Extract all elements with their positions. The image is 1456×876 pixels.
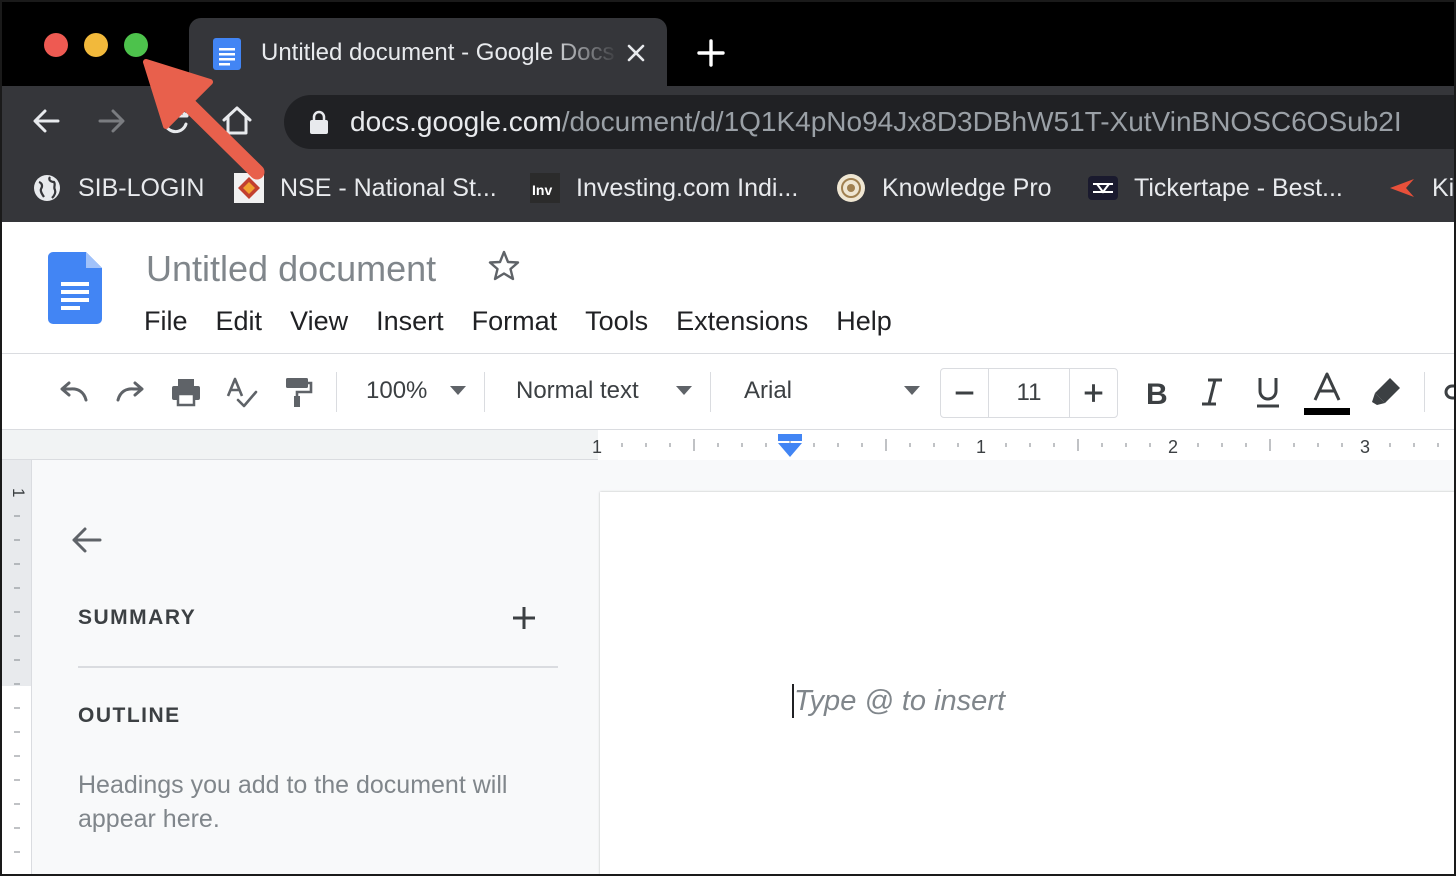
vertical-ruler-mark: 1 <box>9 488 28 497</box>
menu-insert[interactable]: Insert <box>376 304 444 338</box>
google-docs-logo-icon[interactable] <box>48 252 102 324</box>
bookmark-kite[interactable]: Ki <box>1386 170 1454 206</box>
spelling-check-icon[interactable] <box>224 374 260 410</box>
bookmark-label: Tickertape - Best... <box>1134 174 1343 202</box>
bookmark-label: SIB-LOGIN <box>78 174 205 202</box>
document-workspace: 1 SUMMARY OUTLINE Headings you add to th… <box>2 460 1456 876</box>
toolbar-divider <box>484 372 485 412</box>
menu-help[interactable]: Help <box>836 304 892 338</box>
menu-view[interactable]: View <box>290 304 348 338</box>
svg-text:B: B <box>1146 378 1168 410</box>
bookmark-sib-login[interactable]: SIB-LOGIN <box>32 170 204 206</box>
zoom-select[interactable]: 100% <box>366 374 427 408</box>
url-host: docs.google.com <box>350 106 562 137</box>
menu-edit[interactable]: Edit <box>216 304 263 338</box>
docs-header: Untitled document File Edit View Insert … <box>2 222 1456 354</box>
undo-icon[interactable] <box>56 374 92 410</box>
bookmark-label: NSE - National St... <box>280 174 497 202</box>
lock-icon <box>310 110 328 134</box>
decrease-font-size-icon[interactable] <box>941 369 989 417</box>
menu-file[interactable]: File <box>144 304 188 338</box>
docs-menu-bar: File Edit View Insert Format Tools Exten… <box>144 304 920 338</box>
outline-divider <box>78 666 558 668</box>
font-family-select[interactable]: Arial <box>744 374 792 408</box>
insert-placeholder[interactable]: Type @ to insert <box>794 684 1005 718</box>
tickertape-logo-icon <box>1088 176 1118 200</box>
font-size-input[interactable]: 11 <box>989 369 1069 417</box>
summary-heading: SUMMARY <box>78 606 197 629</box>
bookmark-knowledge-pro[interactable]: Knowledge Pro <box>836 170 1052 206</box>
add-summary-icon[interactable] <box>510 604 538 632</box>
zoom-dropdown-icon[interactable] <box>450 386 466 395</box>
window-close-button[interactable] <box>44 33 68 57</box>
url-path: /document/d/1Q1K4pNo94Jx8D3DBhW51T-XutVi… <box>561 106 1402 137</box>
bookmarks-bar: SIB-LOGIN NSE - National St... Inv Inves… <box>0 156 1456 222</box>
ruler-mark: 3 <box>1360 437 1370 457</box>
tab-title: Untitled document - Google Docs <box>261 39 615 66</box>
globe-icon <box>34 175 60 201</box>
ruler-mark: 1 <box>976 437 986 457</box>
insert-link-icon[interactable] <box>1442 374 1456 410</box>
font-size-stepper: 11 <box>940 368 1118 418</box>
kite-logo-icon <box>1390 179 1414 197</box>
vertical-ruler-ticks <box>14 515 20 853</box>
outline-heading: OUTLINE <box>78 704 181 727</box>
print-icon[interactable] <box>168 374 204 410</box>
menu-tools[interactable]: Tools <box>585 304 648 338</box>
bookmark-nse[interactable]: NSE - National St... <box>234 170 497 206</box>
new-tab-icon[interactable] <box>694 36 728 70</box>
paint-format-icon[interactable] <box>280 374 316 410</box>
menu-format[interactable]: Format <box>472 304 558 338</box>
active-browser-tab[interactable]: Untitled document - Google Docs <box>189 18 667 86</box>
browser-tab-strip: Untitled document - Google Docs <box>0 0 1456 86</box>
document-title[interactable]: Untitled document <box>146 248 436 290</box>
toolbar-divider <box>336 372 337 412</box>
formatting-toolbar: 100% Normal text Arial 11 B <box>2 354 1456 430</box>
bold-icon[interactable]: B <box>1138 374 1174 410</box>
bookmark-label: Knowledge Pro <box>882 174 1052 202</box>
nse-logo-icon <box>234 173 264 203</box>
window-fullscreen-button[interactable] <box>124 33 148 57</box>
investing-logo-icon: Inv <box>530 173 560 203</box>
svg-text:Inv: Inv <box>532 182 552 198</box>
bookmark-tickertape[interactable]: Tickertape - Best... <box>1088 170 1343 206</box>
browser-toolbar: docs.google.com/document/d/1Q1K4pNo94Jx8… <box>0 86 1456 156</box>
menu-extensions[interactable]: Extensions <box>676 304 808 338</box>
redo-icon[interactable] <box>112 374 148 410</box>
ruler-mark: 2 <box>1168 437 1178 457</box>
vertical-ruler[interactable]: 1 <box>2 460 32 876</box>
toolbar-divider <box>1424 372 1425 412</box>
bookmark-label: Ki <box>1432 174 1455 202</box>
outline-empty-hint: Headings you add to the document will ap… <box>78 771 508 833</box>
toolbar-divider <box>710 372 711 412</box>
close-tab-icon[interactable] <box>621 38 651 68</box>
paragraph-style-select[interactable]: Normal text <box>516 374 639 408</box>
text-color-icon[interactable] <box>1304 372 1350 416</box>
italic-icon[interactable] <box>1194 374 1230 410</box>
underline-icon[interactable] <box>1250 374 1286 410</box>
close-outline-arrow-icon[interactable] <box>66 520 106 560</box>
star-icon[interactable] <box>486 248 522 284</box>
increase-font-size-icon[interactable] <box>1069 369 1117 417</box>
ruler-mark: 1 <box>592 437 602 457</box>
horizontal-ruler[interactable]: 1 1 2 3 <box>2 430 1456 460</box>
bookmark-label: Investing.com Indi... <box>576 174 799 202</box>
reload-icon[interactable] <box>154 100 196 142</box>
bookmark-investing[interactable]: Inv Investing.com Indi... <box>530 170 798 206</box>
document-page[interactable]: Type @ to insert <box>600 492 1456 876</box>
google-docs-icon <box>213 38 241 70</box>
highlight-color-icon[interactable] <box>1368 374 1404 410</box>
url-text: docs.google.com/document/d/1Q1K4pNo94Jx8… <box>350 106 1402 138</box>
style-dropdown-icon[interactable] <box>676 386 692 395</box>
home-icon[interactable] <box>216 100 258 142</box>
address-bar[interactable]: docs.google.com/document/d/1Q1K4pNo94Jx8… <box>284 95 1456 149</box>
forward-arrow-icon[interactable] <box>90 100 132 142</box>
font-dropdown-icon[interactable] <box>904 386 920 395</box>
back-arrow-icon[interactable] <box>26 100 68 142</box>
window-minimize-button[interactable] <box>84 33 108 57</box>
emblem-icon <box>837 174 865 202</box>
